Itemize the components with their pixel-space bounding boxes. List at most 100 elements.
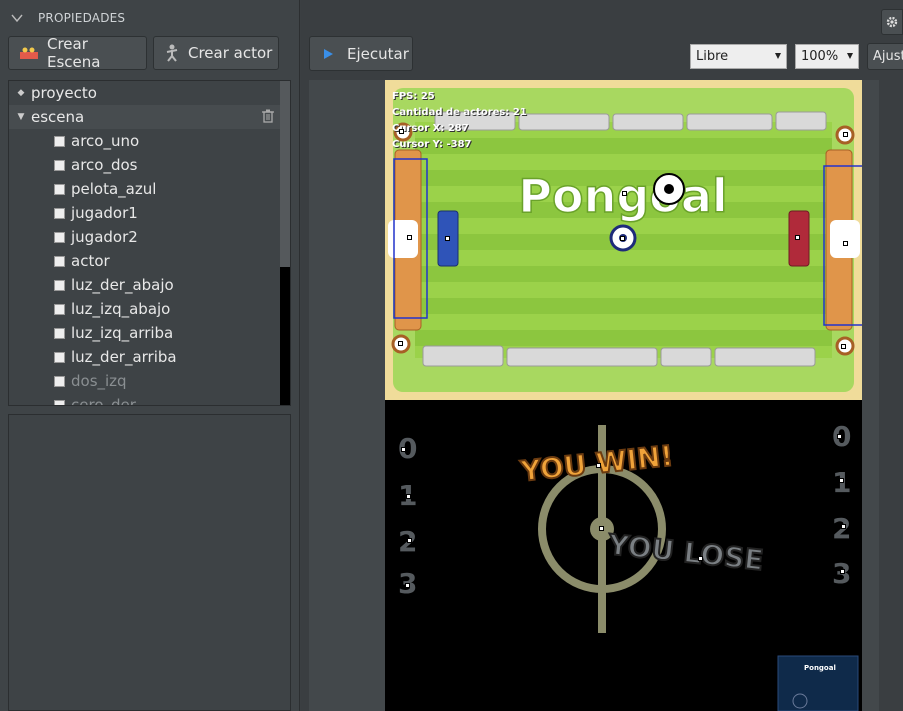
tree-actor-item[interactable]: luz_der_abajo bbox=[9, 273, 290, 297]
hud-actor-count: Cantidad de actores: 21 bbox=[392, 107, 527, 118]
create-actor-button[interactable]: Crear actor bbox=[153, 36, 279, 70]
trash-icon[interactable] bbox=[262, 109, 274, 123]
actor-icon bbox=[54, 183, 65, 195]
actor-item-label: pelota_azul bbox=[71, 180, 157, 198]
hud-fps: FPS: 25 bbox=[392, 91, 435, 102]
actor-anchor-marker[interactable] bbox=[599, 526, 604, 531]
fit-label: Ajust bbox=[873, 49, 903, 64]
goal-right bbox=[830, 220, 860, 258]
actor-icon bbox=[54, 135, 65, 147]
actor-anchor-marker[interactable] bbox=[843, 132, 848, 137]
actor-icon bbox=[54, 327, 65, 339]
tree-actor-item[interactable]: cero_der bbox=[9, 393, 290, 406]
actor-anchor-marker[interactable] bbox=[399, 129, 404, 134]
tree-scrollbar-thumb[interactable] bbox=[280, 81, 290, 267]
camera-mode-select[interactable]: Libre bbox=[690, 44, 787, 69]
gear-icon bbox=[886, 16, 898, 28]
tree-actor-item[interactable]: luz_izq_abajo bbox=[9, 297, 290, 321]
tree-actor-item[interactable]: luz_izq_arriba bbox=[9, 321, 290, 345]
editor-area: Ejecutar Libre 100% Ajust Pongoal YOU WI… bbox=[301, 0, 903, 711]
create-actor-label: Crear actor bbox=[188, 44, 273, 62]
zoom-select[interactable]: 100% bbox=[795, 44, 859, 69]
actor-anchor-marker[interactable] bbox=[837, 434, 842, 439]
game-title: Pongoal bbox=[518, 169, 727, 223]
diamond-icon: ◆ bbox=[17, 88, 25, 98]
actor-anchor-marker[interactable] bbox=[841, 344, 846, 349]
actor-icon bbox=[54, 375, 65, 387]
play-icon bbox=[324, 48, 333, 59]
actor-anchor-marker[interactable] bbox=[596, 463, 601, 468]
actor-icon bbox=[54, 207, 65, 219]
run-button[interactable]: Ejecutar bbox=[309, 36, 413, 71]
goal-left bbox=[388, 220, 418, 258]
tree-actor-item[interactable]: luz_der_arriba bbox=[9, 345, 290, 369]
chevron-down-icon bbox=[11, 14, 23, 23]
actor-icon bbox=[54, 255, 65, 267]
actor-item-label: luz_izq_arriba bbox=[71, 324, 174, 342]
actor-icon bbox=[54, 399, 65, 405]
fit-button[interactable]: Ajust bbox=[867, 43, 903, 70]
camera-mode-value: Libre bbox=[696, 49, 729, 64]
actor-icon bbox=[54, 351, 65, 363]
actor-item-label: arco_uno bbox=[71, 132, 140, 150]
scene-label: escena bbox=[31, 108, 85, 126]
properties-header[interactable]: PROPIEDADES bbox=[0, 0, 300, 36]
actor-anchor-marker[interactable] bbox=[405, 583, 410, 588]
game-canvas[interactable]: Pongoal YOU WIN! YOU LOSE 0 1 2 3 bbox=[385, 80, 862, 711]
tree-actor-item[interactable]: jugador1 bbox=[9, 201, 290, 225]
actor-anchor-marker[interactable] bbox=[398, 341, 403, 346]
properties-panel: PROPIEDADES Crear Escena Crear actor ◆ p… bbox=[0, 0, 300, 711]
dropdown-arrow-icon bbox=[847, 53, 853, 59]
project-label: proyecto bbox=[31, 84, 97, 102]
tree-actor-item[interactable]: jugador2 bbox=[9, 225, 290, 249]
bottom-wall bbox=[422, 345, 816, 367]
actor-anchor-marker[interactable] bbox=[843, 241, 848, 246]
actor-item-label: luz_der_arriba bbox=[71, 348, 177, 366]
actor-item-label: luz_der_abajo bbox=[71, 276, 174, 294]
game-scene: Pongoal YOU WIN! YOU LOSE 0 1 2 3 bbox=[385, 80, 862, 711]
actor-anchor-marker[interactable] bbox=[406, 494, 411, 499]
actor-anchor-marker[interactable] bbox=[795, 235, 800, 240]
actor-item-label: actor bbox=[71, 252, 110, 270]
actor-icon bbox=[166, 44, 178, 62]
soccer-ball-patch bbox=[664, 184, 674, 194]
scene-tree: ◆ proyecto ▼ escena arco_uno arco_dos pe… bbox=[8, 80, 291, 406]
tree-actor-item[interactable]: pelota_azul bbox=[9, 177, 290, 201]
actor-anchor-marker[interactable] bbox=[401, 447, 406, 452]
actor-item-label: luz_izq_abajo bbox=[71, 300, 171, 318]
actor-anchor-marker[interactable] bbox=[620, 236, 625, 241]
actor-item-label: jugador1 bbox=[71, 204, 138, 222]
actor-anchor-marker[interactable] bbox=[698, 556, 703, 561]
actor-anchor-marker[interactable] bbox=[841, 524, 846, 529]
actor-anchor-marker[interactable] bbox=[839, 478, 844, 483]
tree-actor-item[interactable]: arco_uno bbox=[9, 129, 290, 153]
actor-anchor-marker[interactable] bbox=[407, 538, 412, 543]
actor-icon bbox=[54, 303, 65, 315]
tree-actor-item[interactable]: dos_izq bbox=[9, 369, 290, 393]
actor-anchor-marker[interactable] bbox=[445, 236, 450, 241]
actor-item-label: jugador2 bbox=[71, 228, 138, 246]
inspector-panel bbox=[8, 414, 291, 711]
triangle-down-icon: ▼ bbox=[17, 112, 25, 122]
dropdown-arrow-icon bbox=[775, 53, 781, 59]
actor-item-label: dos_izq bbox=[71, 372, 127, 390]
tree-scrollbar[interactable] bbox=[280, 81, 290, 405]
actor-anchor-marker[interactable] bbox=[407, 235, 412, 240]
hud-cursor-y: Cursor Y: -387 bbox=[392, 139, 472, 150]
tree-scene[interactable]: ▼ escena bbox=[9, 105, 290, 129]
actor-anchor-marker[interactable] bbox=[622, 191, 627, 196]
thumbnail-title: Pongoal bbox=[804, 664, 836, 672]
actor-item-label: arco_dos bbox=[71, 156, 138, 174]
canvas-area[interactable]: Pongoal YOU WIN! YOU LOSE 0 1 2 3 bbox=[309, 80, 879, 711]
actor-icon bbox=[54, 159, 65, 171]
scene-icon bbox=[19, 47, 38, 59]
settings-button[interactable] bbox=[881, 9, 903, 35]
zoom-value: 100% bbox=[801, 49, 839, 64]
actor-anchor-marker[interactable] bbox=[840, 569, 845, 574]
create-scene-button[interactable]: Crear Escena bbox=[8, 35, 147, 71]
actor-icon bbox=[54, 231, 65, 243]
tree-project[interactable]: ◆ proyecto bbox=[9, 81, 290, 105]
tree-actor-item[interactable]: actor bbox=[9, 249, 290, 273]
tree-actor-item[interactable]: arco_dos bbox=[9, 153, 290, 177]
actor-item-label: cero_der bbox=[71, 396, 136, 406]
